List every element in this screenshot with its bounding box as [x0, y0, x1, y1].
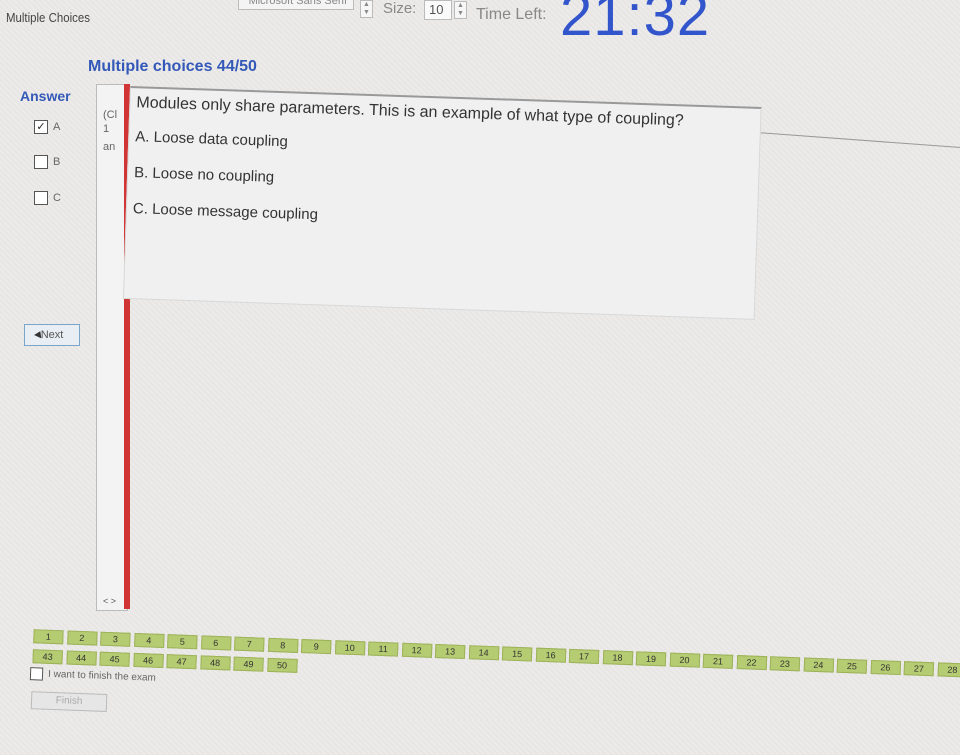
- size-spinner-icon[interactable]: ▲ ▼: [454, 1, 467, 19]
- answer-option-label: A: [53, 121, 61, 133]
- question-nav-button[interactable]: 45: [99, 651, 130, 667]
- nav-row-1: 1 2 3 4 5 6 7 8 9 10 11 12 13 14 15 16 17 18 19 20 21 22 23 24 2…: [0, 620, 960, 678]
- question-nav-button[interactable]: 26: [870, 659, 901, 676]
- left-snippet-line: (Cl: [103, 109, 118, 121]
- answer-option-label: B: [53, 156, 61, 168]
- question-nav-button[interactable]: 23: [769, 656, 801, 672]
- answer-option-b[interactable]: B: [34, 154, 60, 170]
- question-navigator: 1 2 3 4 5 6 7 8 9 10 11 12 13 14 15 16 17 18 19 20 21 22 23 24 2…: [0, 620, 960, 755]
- time-left-label: Time Left:: [476, 6, 547, 23]
- question-nav-button[interactable]: 17: [568, 648, 600, 664]
- question-nav-button[interactable]: 48: [199, 655, 231, 671]
- question-option-a[interactable]: A. Loose data coupling: [135, 128, 288, 150]
- question-nav-button[interactable]: 19: [635, 651, 667, 667]
- question-nav-button[interactable]: 46: [132, 652, 164, 668]
- finish-checkbox-row[interactable]: I want to finish the exam: [29, 667, 157, 685]
- finish-button[interactable]: Finish: [30, 691, 108, 712]
- section-title: Multiple choices 44/50: [88, 58, 257, 75]
- question-nav-button[interactable]: 1: [33, 629, 64, 645]
- question-nav-button[interactable]: 3: [100, 631, 131, 647]
- question-nav-button[interactable]: 10: [334, 640, 365, 656]
- question-nav-button[interactable]: 15: [501, 646, 533, 662]
- answer-option-a[interactable]: ✓ A: [34, 119, 60, 135]
- question-nav-button[interactable]: 7: [234, 636, 265, 652]
- question-nav-button[interactable]: 14: [468, 645, 499, 661]
- question-nav-button[interactable]: 16: [535, 647, 566, 663]
- top-bar: Multiple Choices Microsoft Sans Serif ▲ ▼…: [0, 0, 960, 50]
- checkbox-icon[interactable]: [34, 191, 48, 205]
- question-text: Modules only share parameters. This is a…: [136, 94, 684, 130]
- question-option-b[interactable]: B. Loose no coupling: [134, 164, 275, 186]
- question-nav-button[interactable]: 20: [669, 652, 700, 668]
- answer-option-label: C: [53, 192, 61, 204]
- question-nav-button[interactable]: 11: [367, 641, 399, 657]
- question-option-c[interactable]: C. Loose message coupling: [133, 200, 319, 223]
- answer-option-c[interactable]: C: [34, 190, 61, 206]
- checkbox-icon[interactable]: [34, 155, 48, 169]
- question-nav-button[interactable]: 4: [133, 632, 165, 649]
- question-nav-button[interactable]: 2: [66, 630, 98, 646]
- question-nav-button[interactable]: 47: [166, 654, 197, 670]
- answer-heading: Answer: [20, 88, 71, 104]
- size-label: Size:: [383, 0, 417, 17]
- question-nav-button[interactable]: 28: [937, 662, 960, 678]
- question-nav-button[interactable]: 24: [803, 657, 834, 673]
- left-snippet-line: 1: [103, 123, 110, 135]
- finish-checkbox-label: I want to finish the exam: [47, 668, 157, 684]
- font-select[interactable]: Microsoft Sans Serif: [238, 0, 354, 10]
- left-snippet-line: an: [103, 141, 116, 153]
- checkbox-icon[interactable]: [29, 667, 44, 681]
- question-nav-button[interactable]: 50: [266, 657, 298, 673]
- question-nav-button[interactable]: 25: [836, 658, 868, 674]
- checkbox-checked-icon[interactable]: ✓: [34, 120, 48, 134]
- question-nav-button[interactable]: 13: [434, 643, 466, 660]
- question-nav-button[interactable]: 21: [702, 653, 734, 669]
- question-nav-button[interactable]: 12: [401, 642, 432, 658]
- font-spinner-icon[interactable]: ▲ ▼: [360, 0, 373, 18]
- question-nav-button[interactable]: 27: [903, 661, 935, 677]
- next-button[interactable]: Next: [24, 324, 80, 346]
- question-nav-button[interactable]: 5: [167, 634, 198, 650]
- question-nav-button[interactable]: 49: [233, 656, 264, 672]
- countdown-timer: 21:32: [560, 0, 711, 48]
- question-nav-button[interactable]: 6: [200, 635, 232, 651]
- size-input[interactable]: 10: [424, 0, 452, 20]
- question-nav-button[interactable]: 8: [267, 637, 299, 653]
- horizontal-scroll-arrows-icon[interactable]: < >: [103, 596, 116, 606]
- window-title: Multiple Choices: [6, 10, 90, 25]
- question-nav-button[interactable]: 43: [32, 649, 63, 665]
- question-nav-button[interactable]: 22: [736, 655, 767, 671]
- question-panel: Modules only share parameters. This is a…: [122, 86, 762, 320]
- question-nav-button[interactable]: 18: [602, 650, 633, 666]
- question-nav-button[interactable]: 44: [65, 650, 97, 666]
- question-nav-button[interactable]: 9: [300, 639, 332, 655]
